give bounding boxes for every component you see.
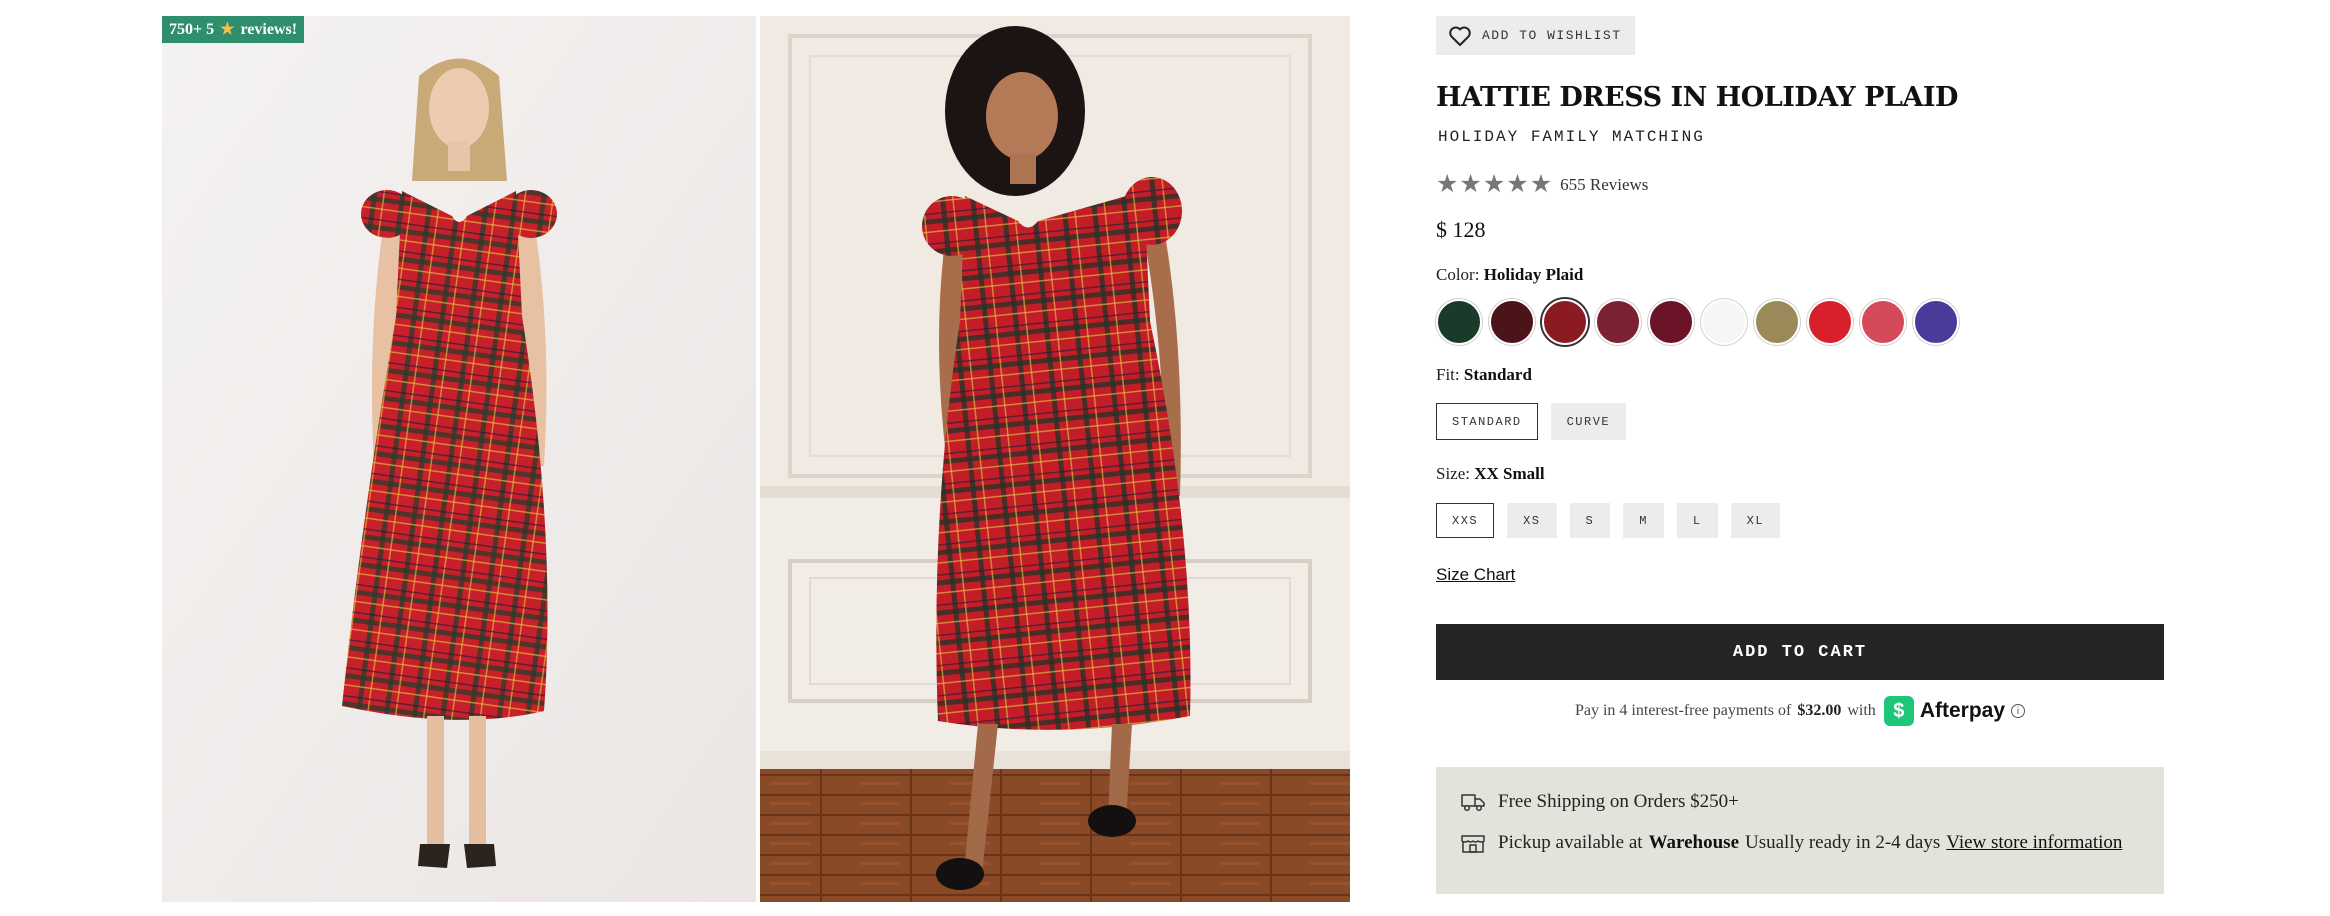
color-swatch-pink-floral[interactable] xyxy=(1860,299,1906,345)
add-to-cart-button[interactable]: ADD TO CART xyxy=(1436,624,2164,680)
afterpay-amount: $32.00 xyxy=(1797,702,1842,719)
star-icon: ★ xyxy=(1436,171,1459,198)
afterpay-message: Pay in 4 interest-free payments of $32.0… xyxy=(1436,696,2164,726)
fit-options: STANDARD CURVE xyxy=(1436,403,1627,440)
add-to-wishlist-button[interactable]: ADD TO WISHLIST xyxy=(1436,16,1635,55)
size-label: Size: XX Small xyxy=(1436,464,1545,484)
color-swatch-burgundy[interactable] xyxy=(1489,299,1535,345)
color-swatch-red[interactable] xyxy=(1807,299,1853,345)
pickup-ready: Usually ready in 2-4 days xyxy=(1745,832,1941,853)
pickup-location: Warehouse xyxy=(1648,832,1739,853)
product-title: HATTIE DRESS IN HOLIDAY PLAID xyxy=(1436,82,1958,113)
star-icon: ★ xyxy=(1529,171,1553,198)
color-swatch-purple[interactable] xyxy=(1913,299,1959,345)
size-option-xxs[interactable]: XXS xyxy=(1436,503,1495,538)
free-shipping-row: Free Shipping on Orders $250+ xyxy=(1460,787,2140,817)
info-icon[interactable]: i xyxy=(2011,704,2026,718)
product-photo-lifestyle[interactable] xyxy=(760,16,1350,902)
color-swatch-wine-stripe[interactable] xyxy=(1595,299,1641,345)
reviews-badge-count: 750+ 5 xyxy=(169,21,215,38)
selected-fit: Standard xyxy=(1463,365,1532,384)
product-price: $ 128 xyxy=(1436,217,1486,242)
color-swatch-green[interactable] xyxy=(1436,299,1482,345)
product-gallery xyxy=(162,16,1350,902)
fit-label-text: Fit: xyxy=(1436,365,1460,384)
size-option-s[interactable]: S xyxy=(1569,503,1611,538)
view-store-info-link[interactable]: View store information xyxy=(1946,832,2122,854)
afterpay-with: with xyxy=(1847,702,1876,719)
afterpay-logo-icon: $ xyxy=(1883,696,1914,726)
color-swatch-berry-floral[interactable] xyxy=(1648,299,1694,345)
star-icon: ★ xyxy=(1506,171,1529,198)
product-rating[interactable]: ★ ★ ★ ★ ★ 655 Reviews xyxy=(1436,172,1648,197)
size-chart-link[interactable]: Size Chart xyxy=(1436,565,1515,585)
color-swatch-white[interactable] xyxy=(1701,299,1747,345)
color-swatch-gold-floral[interactable] xyxy=(1754,299,1800,345)
star-icon: ★ xyxy=(220,21,235,38)
fit-label: Fit: Standard xyxy=(1436,365,1532,385)
product-photo-front-image xyxy=(162,16,756,902)
wishlist-label: ADD TO WISHLIST xyxy=(1482,28,1622,43)
store-icon xyxy=(1461,835,1485,853)
color-swatch-holiday-plaid[interactable] xyxy=(1542,299,1588,345)
review-count[interactable]: 655 Reviews xyxy=(1560,175,1648,195)
star-icon: ★ xyxy=(1482,171,1506,198)
color-swatches xyxy=(1436,299,1959,345)
fit-option-curve[interactable]: CURVE xyxy=(1550,403,1627,440)
color-label-text: Color: xyxy=(1436,265,1480,284)
product-collection: HOLIDAY FAMILY MATCHING xyxy=(1438,128,1705,146)
reviews-badge-suffix: reviews! xyxy=(240,21,298,38)
size-options: XXS XS S M L XL xyxy=(1436,503,1781,538)
afterpay-prefix: Pay in 4 interest-free payments of xyxy=(1574,702,1792,719)
reviews-badge[interactable]: 750+ 5 ★ reviews! xyxy=(162,16,305,43)
size-option-m[interactable]: M xyxy=(1623,503,1664,538)
heart-icon xyxy=(1449,26,1471,46)
fit-option-standard[interactable]: STANDARD xyxy=(1436,403,1538,440)
size-option-xl[interactable]: XL xyxy=(1730,503,1781,538)
pickup-prefix: Pickup available at xyxy=(1498,832,1643,853)
shipping-info: Free Shipping on Orders $250+ Pickup ava… xyxy=(1436,767,2164,894)
selected-color: Holiday Plaid xyxy=(1483,265,1584,284)
afterpay-brand: Afterpay xyxy=(1919,699,2006,722)
pickup-row: Pickup available at Warehouse Usually re… xyxy=(1460,828,2140,858)
size-option-l[interactable]: L xyxy=(1676,503,1718,538)
free-shipping-text: Free Shipping on Orders $250+ xyxy=(1498,791,1739,812)
rating-stars: ★ ★ ★ ★ ★ xyxy=(1436,172,1552,197)
selected-size: XX Small xyxy=(1474,464,1545,483)
size-option-xs[interactable]: XS xyxy=(1507,503,1557,538)
size-label-text: Size: xyxy=(1436,464,1470,483)
color-label: Color: Holiday Plaid xyxy=(1436,265,1583,285)
product-photo-lifestyle-image xyxy=(760,16,1350,902)
truck-icon xyxy=(1461,794,1485,812)
product-photo-front[interactable] xyxy=(162,16,756,902)
star-icon: ★ xyxy=(1459,171,1482,198)
